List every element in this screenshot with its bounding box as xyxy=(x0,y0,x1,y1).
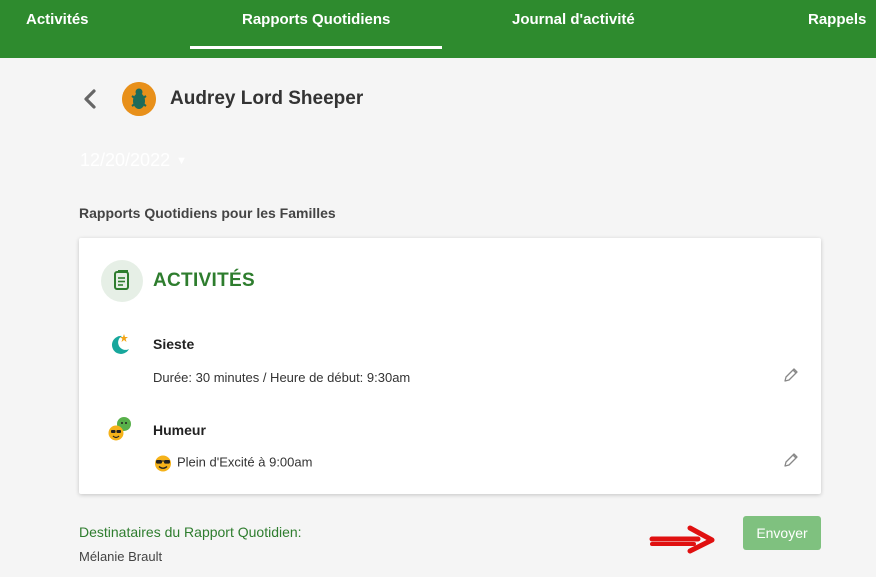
entry-title-sieste: Sieste xyxy=(153,336,195,352)
tab-rappels[interactable]: Rappels xyxy=(808,0,866,49)
entry-description-sieste: Durée: 30 minutes / Heure de début: 9:30… xyxy=(153,370,411,385)
moon-star-icon xyxy=(107,331,133,357)
recipient-name: Mélanie Brault xyxy=(79,549,163,564)
card-heading: ACTIVITÉS xyxy=(153,270,255,291)
back-chevron-icon[interactable] xyxy=(80,86,100,112)
tab-activites[interactable]: Activités xyxy=(26,0,89,49)
caret-down-icon: ▼ xyxy=(176,155,187,168)
date-selector[interactable]: 12/20/2022 ▼ xyxy=(80,150,187,171)
red-arrow-annotation xyxy=(648,524,716,554)
document-icon xyxy=(101,260,143,302)
entry-title-humeur: Humeur xyxy=(153,422,206,438)
top-navigation: Activités Rapports Quotidiens Journal d'… xyxy=(0,0,876,58)
edit-pencil-icon[interactable] xyxy=(782,366,800,384)
activities-card: ACTIVITÉS Sieste Durée: 30 minutes / Heu… xyxy=(79,238,821,494)
date-value: 12/20/2022 xyxy=(80,150,171,170)
entry-description-humeur: Plein d'Excité à 9:00am xyxy=(153,454,312,472)
section-title: Rapports Quotidiens pour les Familles xyxy=(79,205,336,221)
edit-pencil-icon[interactable] xyxy=(782,451,800,469)
tab-journal-activite[interactable]: Journal d'activité xyxy=(512,0,635,49)
mood-text: Plein d'Excité à 9:00am xyxy=(177,454,313,470)
send-button[interactable]: Envoyer xyxy=(743,516,821,550)
child-avatar xyxy=(122,82,156,116)
sunglasses-face-icon xyxy=(153,454,173,472)
child-name: Audrey Lord Sheeper xyxy=(170,88,364,109)
mood-faces-icon xyxy=(107,416,133,442)
recipients-label: Destinataires du Rapport Quotidien: xyxy=(79,524,302,540)
tab-rapports-quotidiens[interactable]: Rapports Quotidiens xyxy=(189,0,443,49)
